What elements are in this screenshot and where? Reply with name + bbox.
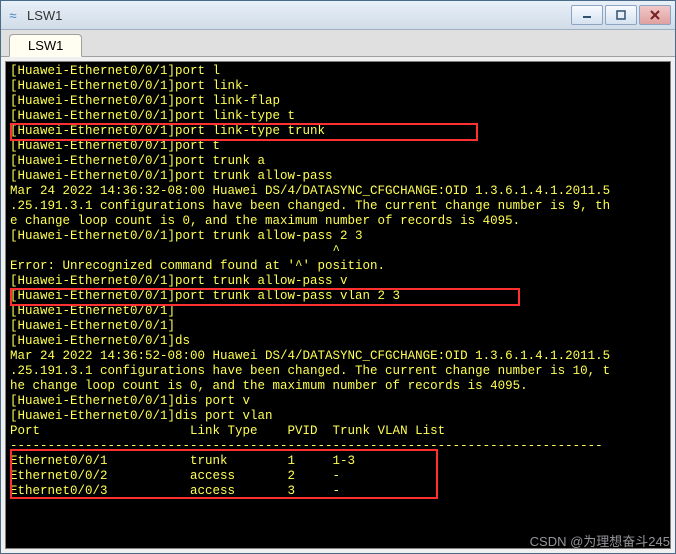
- tab-lsw1[interactable]: LSW1: [9, 34, 82, 57]
- maximize-button[interactable]: [605, 5, 637, 25]
- window-controls: [571, 5, 671, 25]
- title-bar: ≈ LSW1: [1, 1, 675, 30]
- app-icon: ≈: [5, 7, 21, 23]
- tab-bar: LSW1: [1, 30, 675, 57]
- terminal-output: [Huawei-Ethernet0/0/1]port l [Huawei-Eth…: [6, 62, 670, 501]
- terminal[interactable]: [Huawei-Ethernet0/0/1]port l [Huawei-Eth…: [5, 61, 671, 549]
- window-title: LSW1: [27, 8, 571, 23]
- minimize-button[interactable]: [571, 5, 603, 25]
- window: ≈ LSW1 LSW1 [Huawei-Ethernet0/0/1]port l…: [0, 0, 676, 554]
- terminal-wrap: [Huawei-Ethernet0/0/1]port l [Huawei-Eth…: [1, 57, 675, 553]
- close-button[interactable]: [639, 5, 671, 25]
